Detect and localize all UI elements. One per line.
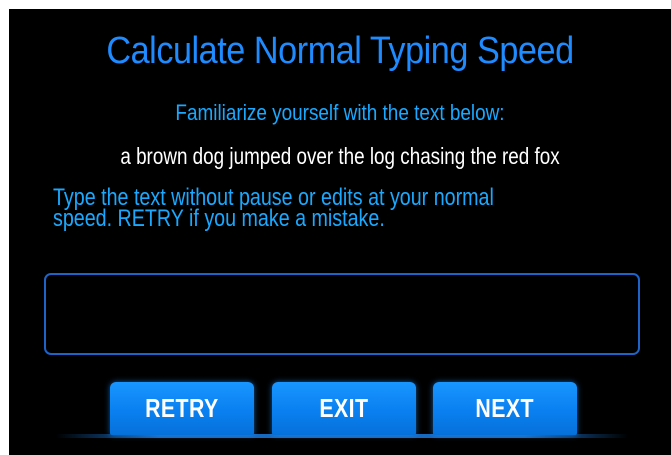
exit-button-label: EXIT <box>319 393 369 423</box>
sample-text: a brown dog jumped over the log chasing … <box>120 143 560 169</box>
next-button[interactable]: NEXT <box>433 382 577 435</box>
page-title: Calculate Normal Typing Speed <box>106 30 574 72</box>
exit-button[interactable]: EXIT <box>272 382 416 435</box>
instructions: Type the text without pause or edits at … <box>53 186 627 232</box>
instructions-line-2: speed. RETRY if you make a mistake. <box>53 205 385 232</box>
retry-button[interactable]: RETRY <box>110 382 254 435</box>
next-button-label: NEXT <box>475 393 535 423</box>
typing-input[interactable] <box>44 273 640 355</box>
typing-speed-screen: Calculate Normal Typing Speed Familiariz… <box>9 9 671 455</box>
retry-button-label: RETRY <box>145 393 219 423</box>
subtitle: Familiarize yourself with the text below… <box>175 100 505 125</box>
